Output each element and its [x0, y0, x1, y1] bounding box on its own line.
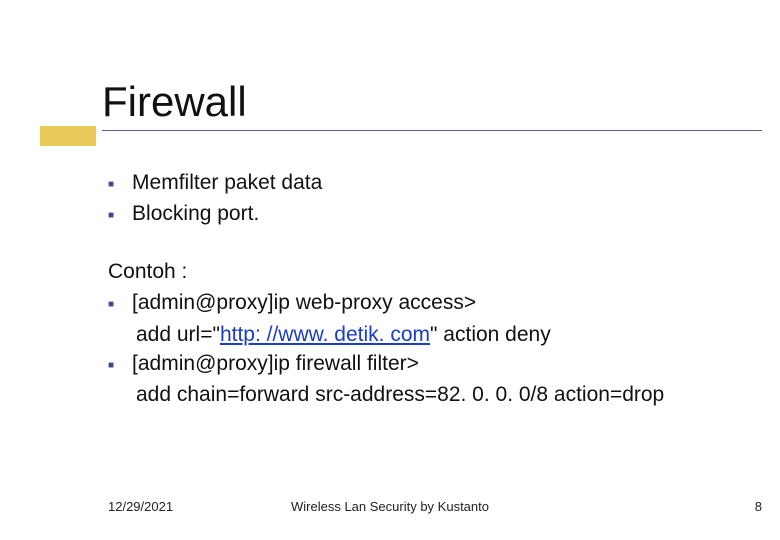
bullet-text: Memfilter paket data	[132, 168, 760, 197]
spacer	[108, 231, 760, 257]
example-label: Contoh :	[108, 257, 760, 286]
cmd-text-pre: add url="	[136, 323, 220, 346]
list-item: ■ Blocking port.	[108, 199, 760, 228]
example-command-line: [admin@proxy]ip web-proxy access>	[132, 288, 760, 317]
example-command-cont: add chain=forward src-address=82. 0. 0. …	[136, 380, 760, 409]
slide-content: ■ Memfilter paket data ■ Blocking port. …	[108, 168, 760, 410]
footer-page-number: 8	[755, 499, 762, 514]
footer-date: 12/29/2021	[108, 499, 173, 514]
bullet-icon: ■	[108, 209, 114, 223]
slide: Firewall ■ Memfilter paket data ■ Blocki…	[0, 0, 780, 540]
slide-title: Firewall	[102, 78, 247, 126]
title-underline	[102, 130, 762, 131]
example-url-link[interactable]: http: //www. detik. com	[220, 323, 430, 346]
example-command-cont: add url="http: //www. detik. com" action…	[136, 320, 760, 349]
list-item: ■ [admin@proxy]ip web-proxy access>	[108, 288, 760, 317]
cmd-text-post: " action deny	[430, 323, 551, 346]
list-item: ■ [admin@proxy]ip firewall filter>	[108, 349, 760, 378]
bullet-icon: ■	[108, 359, 114, 373]
bullet-text: Blocking port.	[132, 199, 760, 228]
bullet-icon: ■	[108, 298, 114, 312]
example-command-line: [admin@proxy]ip firewall filter>	[132, 349, 760, 378]
footer-title: Wireless Lan Security by Kustanto	[291, 499, 489, 514]
title-accent-bar	[40, 126, 96, 146]
bullet-icon: ■	[108, 178, 114, 192]
list-item: ■ Memfilter paket data	[108, 168, 760, 197]
